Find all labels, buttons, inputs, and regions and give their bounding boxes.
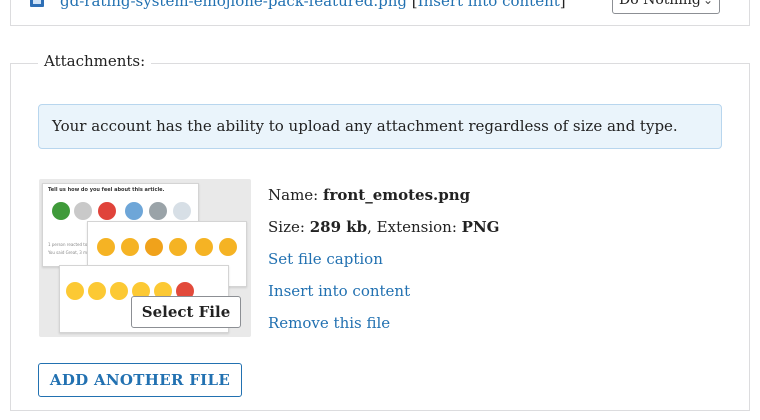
remove-file-link[interactable]: Remove this file: [268, 314, 390, 332]
frog-emoji-icon: [52, 202, 70, 220]
crying-cat-emoji-icon: [195, 238, 213, 256]
file-extension-label: , Extension:: [367, 218, 457, 236]
previous-file-action-select[interactable]: Do Nothing ⌄: [612, 0, 720, 14]
cat-emoji-icon: [97, 238, 115, 256]
image-file-icon: [30, 0, 44, 7]
file-extension-value: PNG: [461, 218, 500, 236]
attachment-thumbnail: Tell us how do you feel about this artic…: [39, 179, 251, 337]
add-another-file-button[interactable]: ADD ANOTHER FILE: [38, 363, 242, 397]
previous-file-row-text: gd-rating-system-emojione-pack-featured.…: [60, 0, 566, 10]
heart-eyes-cat-emoji-icon: [145, 238, 163, 256]
attachments-legend: Attachments:: [38, 52, 152, 70]
octopus-emoji-icon: [98, 202, 116, 220]
dolphin-emoji-icon: [125, 202, 143, 220]
select-file-button[interactable]: Select File: [131, 296, 241, 328]
insert-into-content-link[interactable]: Insert into content: [268, 282, 410, 300]
koala-emoji-icon: [149, 202, 167, 220]
angry-cat-emoji-icon: [219, 238, 237, 256]
cat-emoji-icon: [121, 238, 139, 256]
thumb-card-title: Tell us how do you feel about this artic…: [48, 187, 165, 193]
file-size-row: Size: 289 kb, Extension: PNG: [268, 218, 499, 236]
file-size-value: 289 kb: [309, 218, 368, 236]
cat-emoji-icon: [169, 238, 187, 256]
chevron-down-icon: ⌄: [702, 0, 713, 7]
smile-emoji-icon: [66, 282, 84, 300]
file-name-row: Name: front_emotes.png: [268, 186, 470, 204]
previous-insert-link[interactable]: Insert into content: [418, 0, 560, 10]
grin-emoji-icon: [88, 282, 106, 300]
file-name-label: Name:: [268, 186, 319, 204]
heart-eyes-emoji-icon: [110, 282, 128, 300]
rabbit-emoji-icon: [74, 202, 92, 220]
previous-file-link[interactable]: gd-rating-system-emojione-pack-featured.…: [60, 0, 407, 10]
previous-file-action-value: Do Nothing: [619, 0, 701, 8]
set-file-caption-link[interactable]: Set file caption: [268, 250, 383, 268]
file-name-value: front_emotes.png: [323, 186, 471, 204]
shark-emoji-icon: [173, 202, 191, 220]
upload-permission-notice: Your account has the ability to upload a…: [38, 104, 722, 149]
file-size-label: Size:: [268, 218, 305, 236]
